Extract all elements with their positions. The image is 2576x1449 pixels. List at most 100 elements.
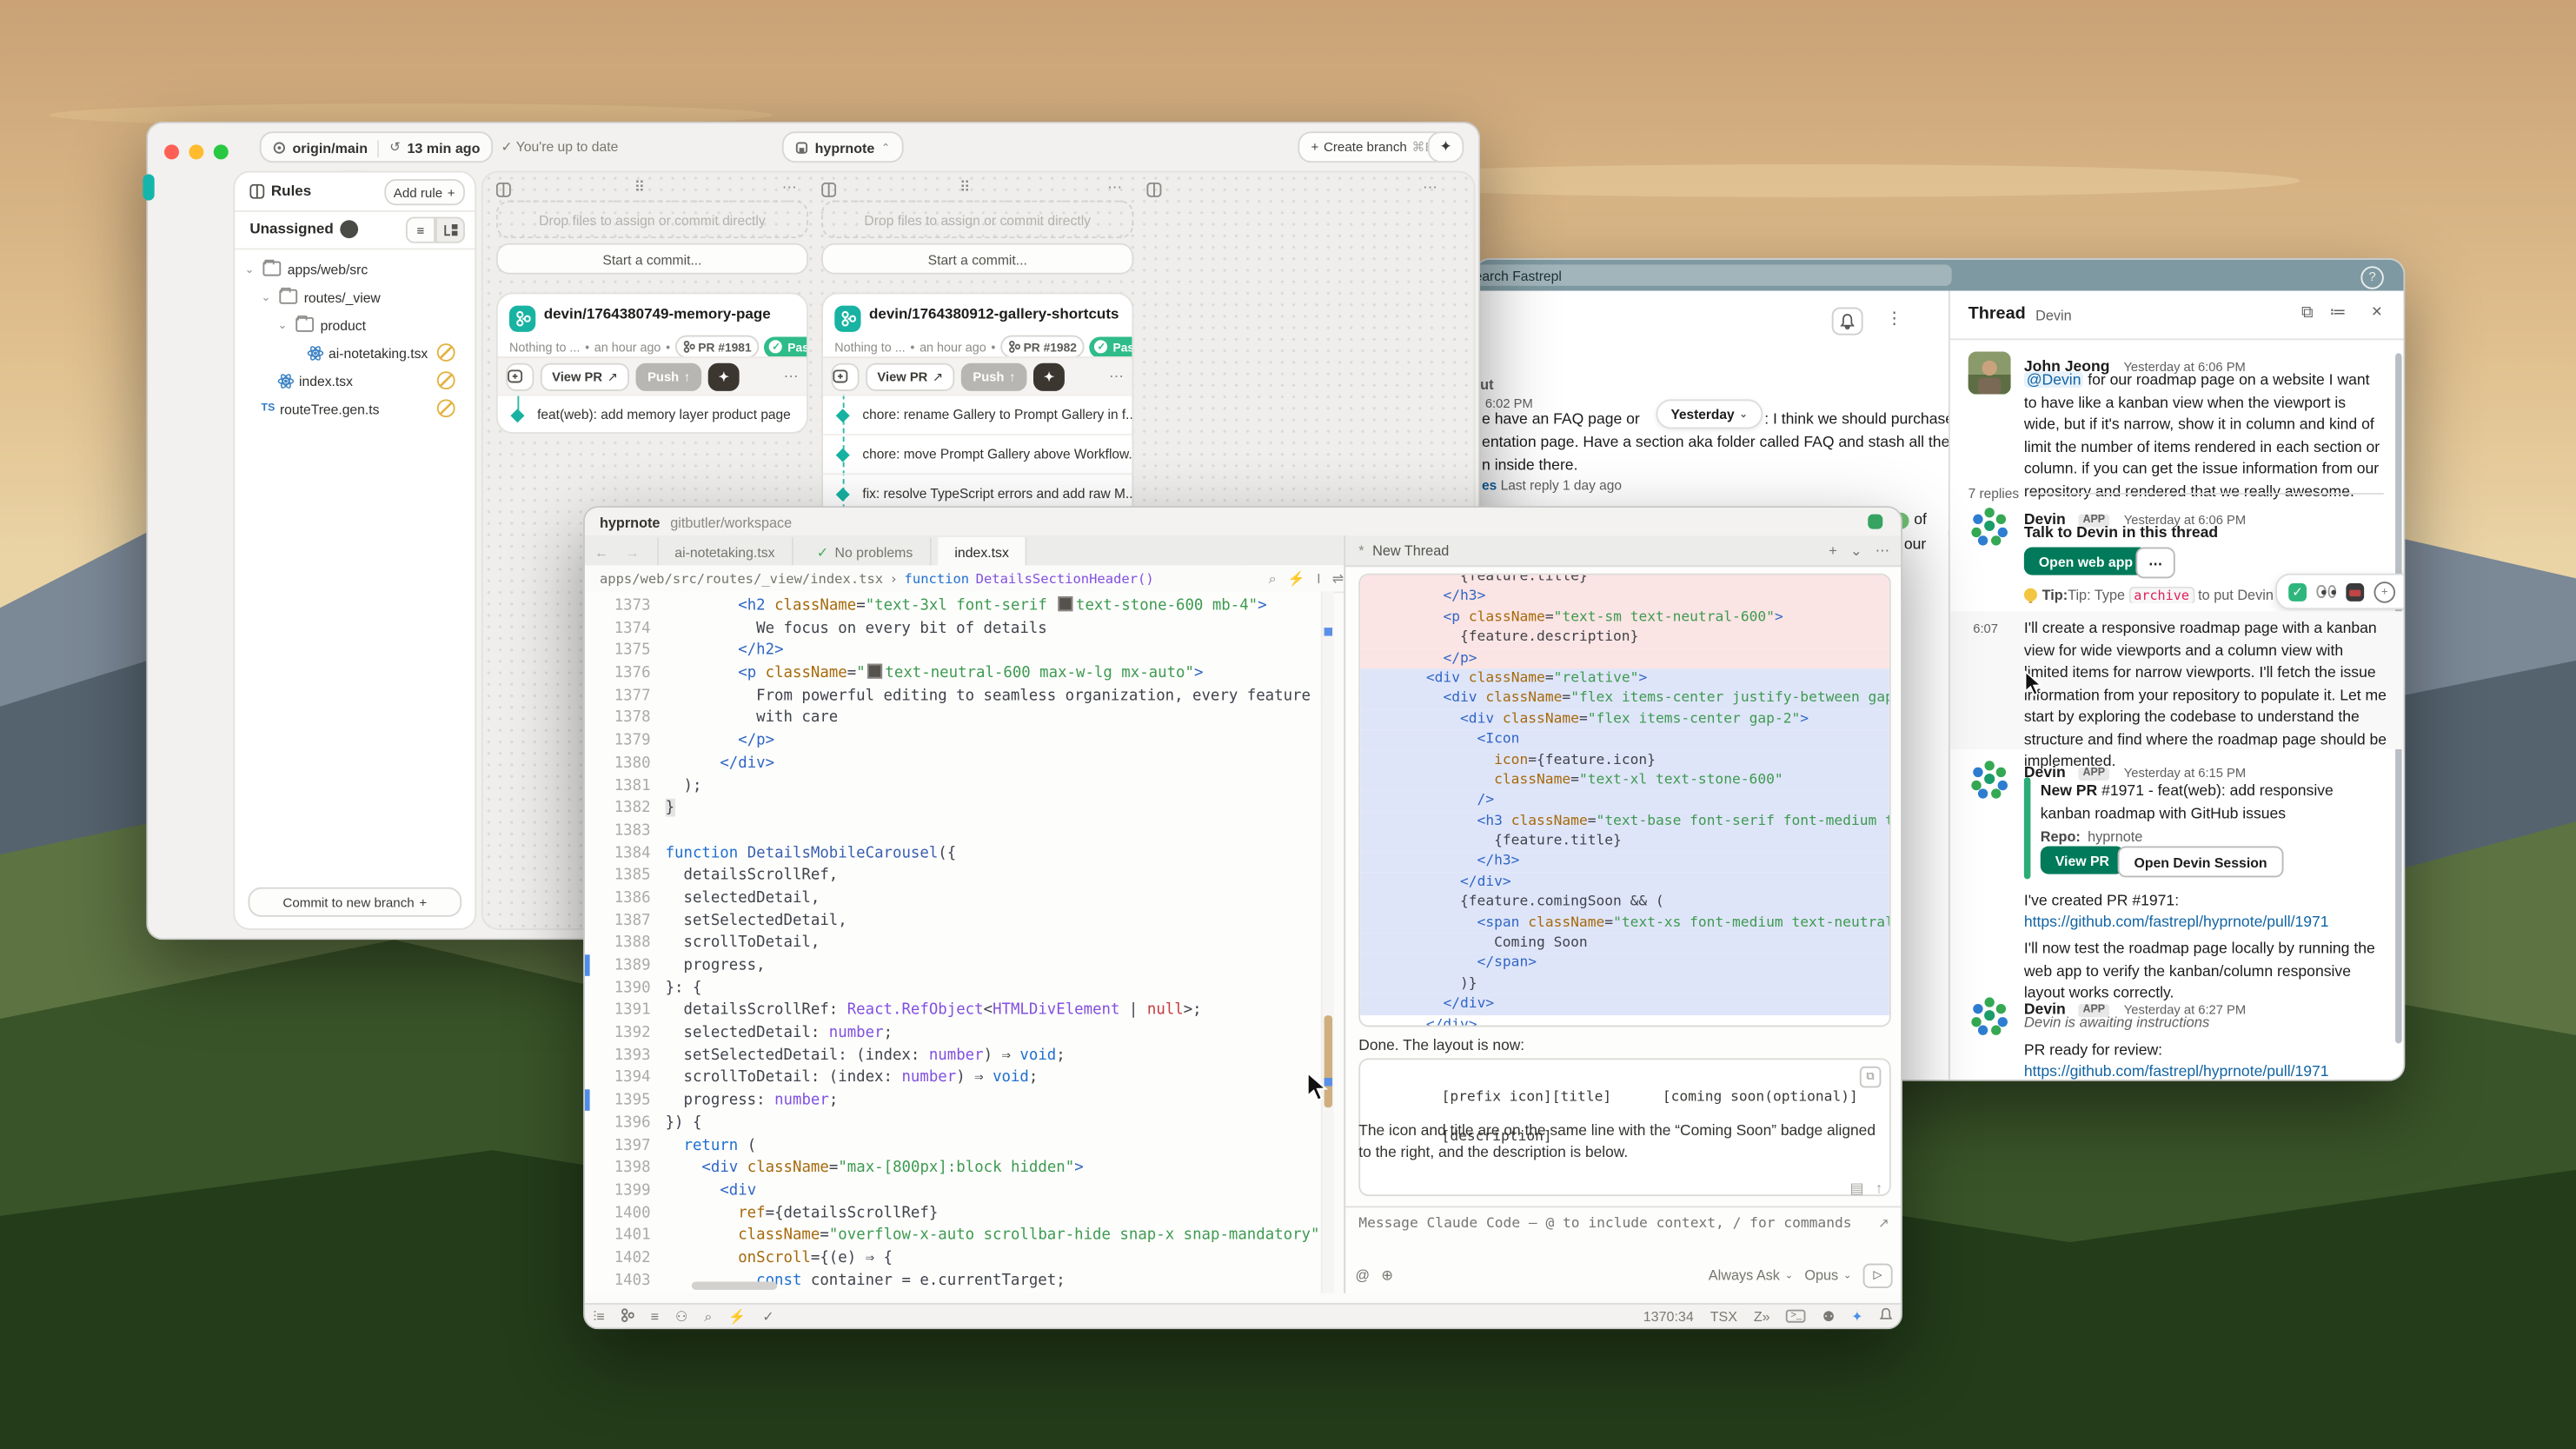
code-line[interactable]: 1394 scrollToDetail: (index: number) ⇒ v… <box>585 1067 1332 1090</box>
code-editor[interactable]: 1373 <h2 className="text-3xl font-serif … <box>585 592 1332 1293</box>
thread-history-icon[interactable]: ⌄ <box>1850 542 1862 560</box>
add-reaction-icon[interactable]: + <box>2374 581 2395 602</box>
start-commit-button[interactable]: Start a commit... <box>821 243 1133 275</box>
code-line[interactable]: 1393 setSelectedDetail: (index: number) … <box>585 1045 1332 1067</box>
new-thread-icon[interactable]: + <box>1829 542 1837 560</box>
code-line[interactable]: 1377 From powerful editing to seamless o… <box>585 685 1332 708</box>
branch-name[interactable]: devin/1764380749-memory-page <box>544 306 793 322</box>
assign-button[interactable] <box>506 362 534 390</box>
commit-row[interactable]: chore: move Prompt Gallery above Workflo… <box>823 434 1132 473</box>
ai-actions-button[interactable]: ✦ <box>1428 131 1464 163</box>
remote-status-pill[interactable]: origin/main │ ↺ 13 min ago <box>260 131 494 163</box>
devin-more-button[interactable]: ⋯ <box>2135 547 2174 578</box>
code-line[interactable]: 1375 </h2> <box>585 640 1332 662</box>
toggle-diff-icon[interactable]: ⇌ <box>1332 569 1344 588</box>
code-line[interactable]: 1386 selectedDetail, <box>585 887 1332 910</box>
tree-folder-routes-view[interactable]: ⌄routes/_view <box>242 282 468 310</box>
zoom-window-button[interactable] <box>214 144 229 159</box>
john-avatar[interactable] <box>1969 352 2011 395</box>
code-line[interactable]: 1381 ); <box>585 774 1332 797</box>
thread-replies-link[interactable]: es Last reply 1 day ago <box>1482 478 1622 493</box>
open-devin-session-button[interactable]: Open Devin Session <box>2118 847 2284 878</box>
cursor-position[interactable]: 1370:34 <box>1643 1308 1694 1325</box>
expand-input-icon[interactable]: ↗ <box>1878 1216 1889 1231</box>
devin-mention[interactable]: @Devin <box>2024 371 2083 388</box>
start-commit-button[interactable]: Start a commit... <box>496 243 808 275</box>
code-line[interactable]: 1397 return ( <box>585 1134 1332 1157</box>
pr-badge[interactable]: PR #1981 <box>675 336 760 358</box>
code-line[interactable]: 1401 className="overflow-x-auto scrollba… <box>585 1225 1332 1247</box>
custom-reaction-icon[interactable] <box>2346 582 2364 601</box>
slack-search-input[interactable]: Search Fastrepl <box>1474 264 1952 286</box>
code-line[interactable]: 1391 detailsScrollRef: React.RefObject<H… <box>585 1000 1332 1022</box>
push-button[interactable]: Push ↑ <box>636 362 702 390</box>
list-view-toggle[interactable]: ≡ <box>406 217 435 243</box>
code-line[interactable]: 1380 </div> <box>585 752 1332 774</box>
model-select[interactable]: Opus ⌄ <box>1804 1266 1851 1283</box>
tree-file-ai-notetaking[interactable]: ai-notetaking.tsx <box>242 338 468 366</box>
assign-button[interactable] <box>831 362 859 390</box>
lane-menu[interactable]: ⋯ <box>782 179 797 199</box>
add-rule-button[interactable]: Add rule + <box>383 179 465 205</box>
code-line[interactable]: 1392 selectedDetail: number; <box>585 1022 1332 1045</box>
code-line[interactable]: 1402 onScroll={(e) ⇒ { <box>585 1247 1332 1270</box>
git-panel-icon[interactable] <box>621 1308 634 1325</box>
editor-title-bar[interactable]: hyprnote gitbutler/workspace <box>585 508 1901 537</box>
agent-menu-icon[interactable]: ⋯ <box>1876 542 1889 560</box>
code-line[interactable]: 1389 progress, <box>585 954 1332 977</box>
devin-avatar[interactable] <box>1969 994 2011 1037</box>
scroll-up-icon[interactable]: ↑ <box>1876 1180 1883 1198</box>
horizontal-scrollbar[interactable] <box>692 1281 777 1289</box>
devin-avatar[interactable] <box>1969 757 2011 800</box>
devin-avatar[interactable] <box>1969 504 2011 547</box>
ai-commit-button[interactable]: ✦ <box>1033 362 1065 390</box>
editor-branch-name[interactable]: gitbutler/workspace <box>670 515 792 531</box>
nav-back-icon[interactable]: ← <box>585 537 619 567</box>
close-window-button[interactable] <box>164 144 179 159</box>
push-button[interactable]: Push ↑ <box>961 362 1027 390</box>
lane-collapse-icon[interactable] <box>1146 183 1161 197</box>
ai-commit-button[interactable]: ✦ <box>708 362 740 390</box>
quick-action-status-icon[interactable]: ⚡ <box>728 1307 746 1326</box>
create-branch-button[interactable]: + Create branch ⌘B <box>1298 131 1446 163</box>
inline-assist-icon[interactable]: I <box>1317 570 1320 587</box>
editor-scrollbar[interactable] <box>1321 592 1334 1293</box>
commit-row[interactable]: feat(web): add memory layer product page <box>498 395 807 434</box>
dropzone[interactable]: Drop files to assign or commit directly <box>496 201 808 238</box>
scrollbar-thumb[interactable] <box>1325 1015 1332 1107</box>
markdown-copy-icon[interactable]: ▤ <box>1849 1180 1863 1198</box>
open-in-window-icon[interactable]: ⧉ <box>2301 304 2313 322</box>
code-line[interactable]: 1383 <box>585 820 1332 842</box>
assistant-sparkle-icon[interactable]: ✦ <box>1851 1307 1862 1326</box>
send-button[interactable]: ▷ <box>1863 1263 1893 1287</box>
tree-folder-product[interactable]: ⌄product <box>242 310 468 338</box>
nav-forward-icon[interactable]: → <box>626 537 649 567</box>
card-menu[interactable]: ⋯ <box>784 367 799 385</box>
collab-status-icon[interactable] <box>1868 515 1882 529</box>
devin-name[interactable]: Devin <box>2024 764 2066 781</box>
pr-badge[interactable]: PR #1982 <box>1000 336 1085 358</box>
tab-index-tsx[interactable]: index.tsx <box>939 537 1027 567</box>
channel-kebab-icon[interactable]: ⋮ <box>1886 310 1902 329</box>
outline-panel-icon[interactable]: ≡ <box>651 1308 659 1325</box>
minimize-window-button[interactable] <box>189 144 203 159</box>
code-line[interactable]: 1387 setSelectedDetail, <box>585 910 1332 933</box>
commit-to-new-branch-button[interactable]: Commit to new branch + <box>248 887 461 917</box>
editor-project-name[interactable]: hyprnote <box>600 515 660 531</box>
code-line[interactable]: 1390}: { <box>585 977 1332 1000</box>
tree-folder-apps-web-src[interactable]: ⌄apps/web/src <box>242 255 468 282</box>
code-line[interactable]: 1388 scrollToDetail, <box>585 932 1332 954</box>
lane-menu[interactable]: ⋯ <box>1423 179 1437 199</box>
lane-collapse-icon[interactable] <box>821 183 836 197</box>
eyes-reaction-icon[interactable] <box>2316 585 2336 598</box>
lane-collapse-icon[interactable] <box>496 183 511 197</box>
project-switcher[interactable]: hyprnote ⌃ <box>782 131 904 163</box>
close-thread-icon[interactable]: × <box>2372 302 2382 322</box>
pr-link[interactable]: https://github.com/fastrepl/hyprnote/pul… <box>2024 912 2329 934</box>
code-line[interactable]: 1395 progress: number; <box>585 1090 1332 1113</box>
code-line[interactable]: 1379 </p> <box>585 730 1332 753</box>
code-line[interactable]: 1373 <h2 className="text-3xl font-serif … <box>585 595 1332 617</box>
project-panel-icon[interactable]: ⫶≡ <box>593 1307 604 1326</box>
copy-code-icon[interactable]: ⧉ <box>1860 1067 1882 1088</box>
lane-menu[interactable]: ⋯ <box>1107 179 1122 199</box>
